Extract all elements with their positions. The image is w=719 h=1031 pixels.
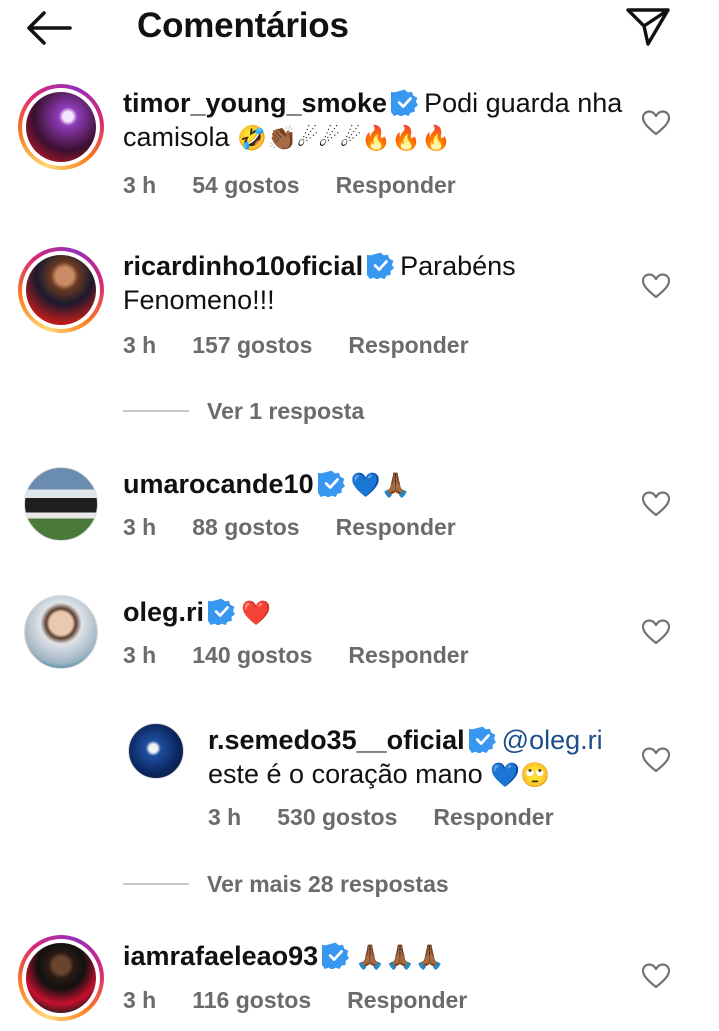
view-replies-label: Ver 1 resposta [207, 397, 365, 424]
divider-line [123, 883, 189, 885]
comment-time: 3 h [123, 172, 157, 198]
comment-meta: 3 h 140 gostos Responder [123, 642, 505, 669]
view-replies-label: Ver mais 28 respostas [207, 870, 449, 897]
header: Comentários [0, 0, 719, 56]
comment-message: este é o coração mano [208, 759, 483, 789]
comment-meta: 3 h 54 gostos Responder [123, 172, 492, 199]
reply-button[interactable]: Responder [433, 804, 553, 830]
verified-badge-icon [322, 942, 349, 969]
comment-emojis: 💙🙏🏾 [350, 471, 411, 499]
divider-line [123, 410, 189, 412]
view-replies-button[interactable]: Ver 1 resposta [123, 396, 364, 426]
comment-text: timor_young_smoke Podi guarda nha camisol… [123, 86, 623, 155]
reply-button[interactable]: Responder [336, 172, 456, 198]
comment-emojis: 🙏🏾🙏🏾🙏🏾 [355, 943, 445, 971]
avatar[interactable] [24, 595, 98, 669]
comment-time: 3 h [123, 987, 157, 1013]
verified-badge-icon [318, 470, 345, 497]
comment-emojis: 🤣👏🏾☄☄☄🔥🔥🔥 [237, 124, 452, 152]
back-button[interactable] [22, 8, 74, 48]
username[interactable]: iamrafaeleao93 [123, 941, 318, 971]
arrow-left-icon [27, 11, 72, 45]
username[interactable]: ricardinho10oficial [123, 251, 363, 281]
reply-button[interactable]: Responder [348, 642, 468, 668]
view-more-replies-button[interactable]: Ver mais 28 respostas [123, 869, 449, 899]
username[interactable]: umarocande10 [123, 469, 314, 499]
verified-badge-icon [208, 598, 235, 625]
heart-outline-icon[interactable] [642, 963, 670, 989]
heart-outline-icon[interactable] [642, 273, 670, 299]
like-count[interactable]: 116 gostos [192, 987, 311, 1013]
avatar[interactable] [128, 723, 184, 779]
like-count[interactable]: 88 gostos [192, 514, 299, 540]
comment-emojis: 💙🙄 [490, 761, 550, 789]
like-count[interactable]: 157 gostos [192, 332, 312, 358]
reply-button[interactable]: Responder [336, 514, 456, 540]
verified-badge-icon [391, 89, 418, 116]
heart-outline-icon[interactable] [642, 491, 670, 517]
page-title: Comentários [137, 6, 349, 45]
username[interactable]: oleg.ri [123, 597, 204, 627]
username[interactable]: r.semedo35__oficial [208, 725, 465, 755]
like-count[interactable]: 140 gostos [192, 642, 312, 668]
comment-meta: 3 h 157 gostos Responder [123, 332, 505, 359]
comment-time: 3 h [123, 642, 157, 668]
comment-text: umarocande10 💙🙏🏾 [123, 467, 623, 502]
comment-emojis: ❤️ [241, 599, 271, 627]
comment-text: ricardinho10oficial Parabéns Fenomeno!!! [123, 249, 623, 317]
avatar[interactable] [18, 84, 104, 170]
heart-outline-icon[interactable] [642, 747, 670, 773]
paper-plane-icon [626, 8, 670, 46]
verified-badge-icon [367, 252, 394, 279]
comment-meta: 3 h 116 gostos Responder [123, 987, 503, 1014]
reply-button[interactable]: Responder [347, 987, 467, 1013]
comment-time: 3 h [123, 332, 157, 358]
comment-text: iamrafaeleao93 🙏🏾🙏🏾🙏🏾 [123, 939, 623, 974]
comment-time: 3 h [123, 514, 157, 540]
verified-badge-icon [469, 726, 496, 753]
comment-text: r.semedo35__oficial @oleg.ri este é o cor… [208, 723, 618, 792]
mention-link[interactable]: @oleg.ri [502, 725, 603, 755]
share-button[interactable] [624, 4, 672, 48]
comment-meta: 3 h 530 gostos Responder [208, 804, 590, 831]
username[interactable]: timor_young_smoke [123, 88, 387, 118]
reply-button[interactable]: Responder [348, 332, 468, 358]
avatar[interactable] [24, 467, 98, 541]
avatar[interactable] [18, 247, 104, 333]
heart-outline-icon[interactable] [642, 619, 670, 645]
like-count[interactable]: 54 gostos [192, 172, 299, 198]
avatar[interactable] [18, 935, 104, 1021]
heart-outline-icon[interactable] [642, 110, 670, 136]
comment-text: oleg.ri ❤️ [123, 595, 623, 630]
comment-time: 3 h [208, 804, 242, 830]
like-count[interactable]: 530 gostos [277, 804, 397, 830]
comment-meta: 3 h 88 gostos Responder [123, 514, 492, 541]
